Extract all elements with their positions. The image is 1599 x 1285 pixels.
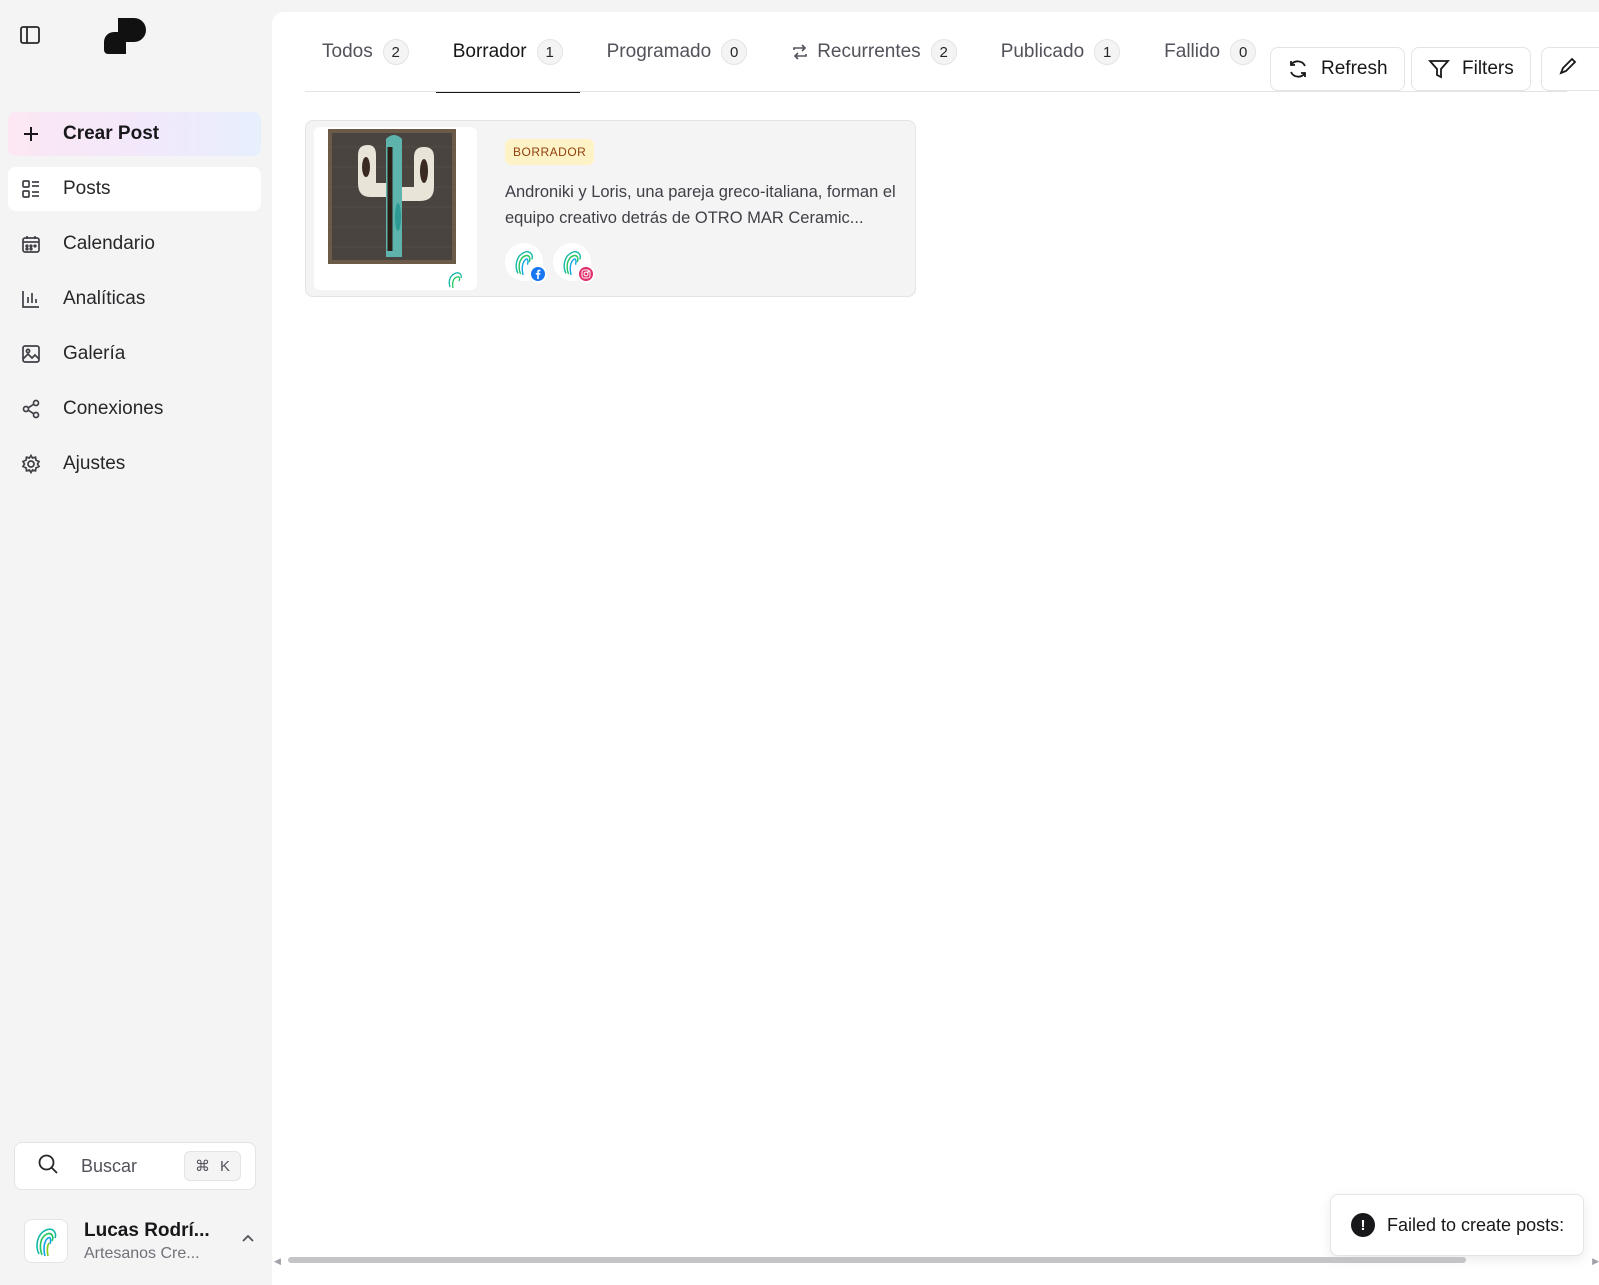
- post-thumbnail: [314, 127, 477, 290]
- nav-label: Crear Post: [63, 123, 160, 144]
- tab-label: Programado: [606, 41, 712, 62]
- search-icon: [37, 1153, 59, 1180]
- connected-accounts: [505, 243, 595, 283]
- refresh-label: Refresh: [1321, 58, 1388, 79]
- tabs-divider: [305, 91, 1567, 92]
- avatar: [24, 1219, 68, 1263]
- sidebar-item-ajustes[interactable]: Ajustes: [8, 442, 261, 486]
- refresh-icon: [1287, 58, 1309, 80]
- tab-recurrentes[interactable]: Recurrentes 2: [774, 12, 974, 92]
- account-avatar-facebook: [505, 243, 547, 283]
- nav-label: Galería: [63, 343, 126, 364]
- alert-icon: !: [1351, 1213, 1375, 1237]
- more-actions-button[interactable]: [1541, 47, 1599, 91]
- sidebar-item-posts[interactable]: Posts: [8, 167, 261, 211]
- filter-icon: [1428, 58, 1450, 80]
- post-text-preview: Androniki y Loris, una pareja greco-ital…: [505, 183, 896, 227]
- main-panel: Todos 2 Borrador 1 Programado 0 Recurren…: [272, 12, 1599, 1285]
- app-logo[interactable]: [104, 16, 148, 56]
- user-name: Lucas Rodrí...: [84, 1219, 210, 1241]
- bar-chart-icon: [20, 288, 42, 310]
- post-card[interactable]: BORRADOR Androniki y Loris, una pareja g…: [305, 120, 916, 297]
- tab-publicado[interactable]: Publicado 1: [984, 12, 1137, 92]
- tab-label: Publicado: [1000, 41, 1085, 62]
- scrollbar-thumb[interactable]: [288, 1257, 1466, 1263]
- tab-count: 1: [536, 39, 563, 65]
- edit-icon: [1558, 56, 1578, 82]
- tab-label: Borrador: [452, 41, 527, 62]
- image-icon: [20, 343, 42, 365]
- sidebar-toggle-icon[interactable]: [17, 22, 43, 48]
- toast-message: Failed to create posts:: [1387, 1214, 1565, 1235]
- tab-programado[interactable]: Programado 0: [590, 12, 765, 92]
- gear-icon: [20, 453, 42, 475]
- search-placeholder: Buscar: [81, 1155, 138, 1176]
- shortcut-key: K: [219, 1157, 230, 1175]
- filters-label: Filters: [1462, 58, 1514, 79]
- nav-label: Posts: [63, 178, 111, 199]
- repeat-icon: [791, 43, 809, 61]
- account-avatar-instagram: [553, 243, 595, 283]
- nav-label: Ajustes: [63, 453, 126, 474]
- sidebar-item-analiticas[interactable]: Analíticas: [8, 277, 261, 321]
- sidebar-item-conexiones[interactable]: Conexiones: [8, 387, 261, 431]
- user-menu[interactable]: Lucas Rodrí... Artesanos Cre...: [24, 1217, 256, 1265]
- keyboard-shortcut: ⌘ K: [183, 1151, 241, 1181]
- tab-count: 0: [1230, 39, 1257, 65]
- refresh-button[interactable]: Refresh: [1270, 47, 1405, 91]
- sidebar-item-calendario[interactable]: Calendario: [8, 222, 261, 266]
- nav-label: Analíticas: [63, 288, 146, 309]
- tab-label: Recurrentes: [817, 41, 921, 62]
- horizontal-scrollbar[interactable]: ◀ ▶: [274, 1255, 1599, 1267]
- posts-list-icon: [20, 178, 42, 200]
- scroll-left-arrow-icon[interactable]: ◀: [274, 1256, 281, 1267]
- tab-count: 0: [721, 39, 748, 65]
- chevron-up-icon: [240, 1231, 256, 1252]
- error-toast: ! Failed to create posts:: [1330, 1194, 1584, 1256]
- sidebar: Crear Post Posts Calendario Analíticas G…: [0, 0, 272, 1285]
- user-organization: Artesanos Cre...: [84, 1244, 200, 1262]
- main-nav: Crear Post Posts Calendario Analíticas G…: [8, 112, 261, 497]
- tab-fallido[interactable]: Fallido 0: [1147, 12, 1273, 92]
- status-badge: BORRADOR: [505, 139, 595, 165]
- share-icon: [20, 398, 42, 420]
- create-post-button[interactable]: Crear Post: [8, 112, 261, 156]
- facebook-icon: [529, 265, 547, 283]
- command-key-icon: ⌘: [194, 1158, 210, 1175]
- status-tabs: Todos 2 Borrador 1 Programado 0 Recurren…: [305, 12, 1283, 93]
- filters-button[interactable]: Filters: [1411, 47, 1531, 91]
- tab-borrador[interactable]: Borrador 1: [435, 12, 580, 93]
- tab-count: 2: [930, 39, 957, 65]
- sidebar-item-galeria[interactable]: Galería: [8, 332, 261, 376]
- plus-icon: [20, 123, 42, 145]
- tab-label: Todos: [322, 41, 373, 62]
- tab-label: Fallido: [1164, 41, 1221, 62]
- tab-todos[interactable]: Todos 2: [305, 12, 426, 92]
- nav-label: Conexiones: [63, 398, 164, 419]
- instagram-icon: [577, 265, 595, 283]
- nav-label: Calendario: [63, 233, 155, 254]
- tab-count: 1: [1094, 39, 1121, 65]
- scroll-right-arrow-icon[interactable]: ▶: [1592, 1256, 1599, 1267]
- tab-count: 2: [382, 39, 409, 65]
- calendar-icon: [20, 233, 42, 255]
- search-input[interactable]: Buscar ⌘ K: [14, 1142, 256, 1190]
